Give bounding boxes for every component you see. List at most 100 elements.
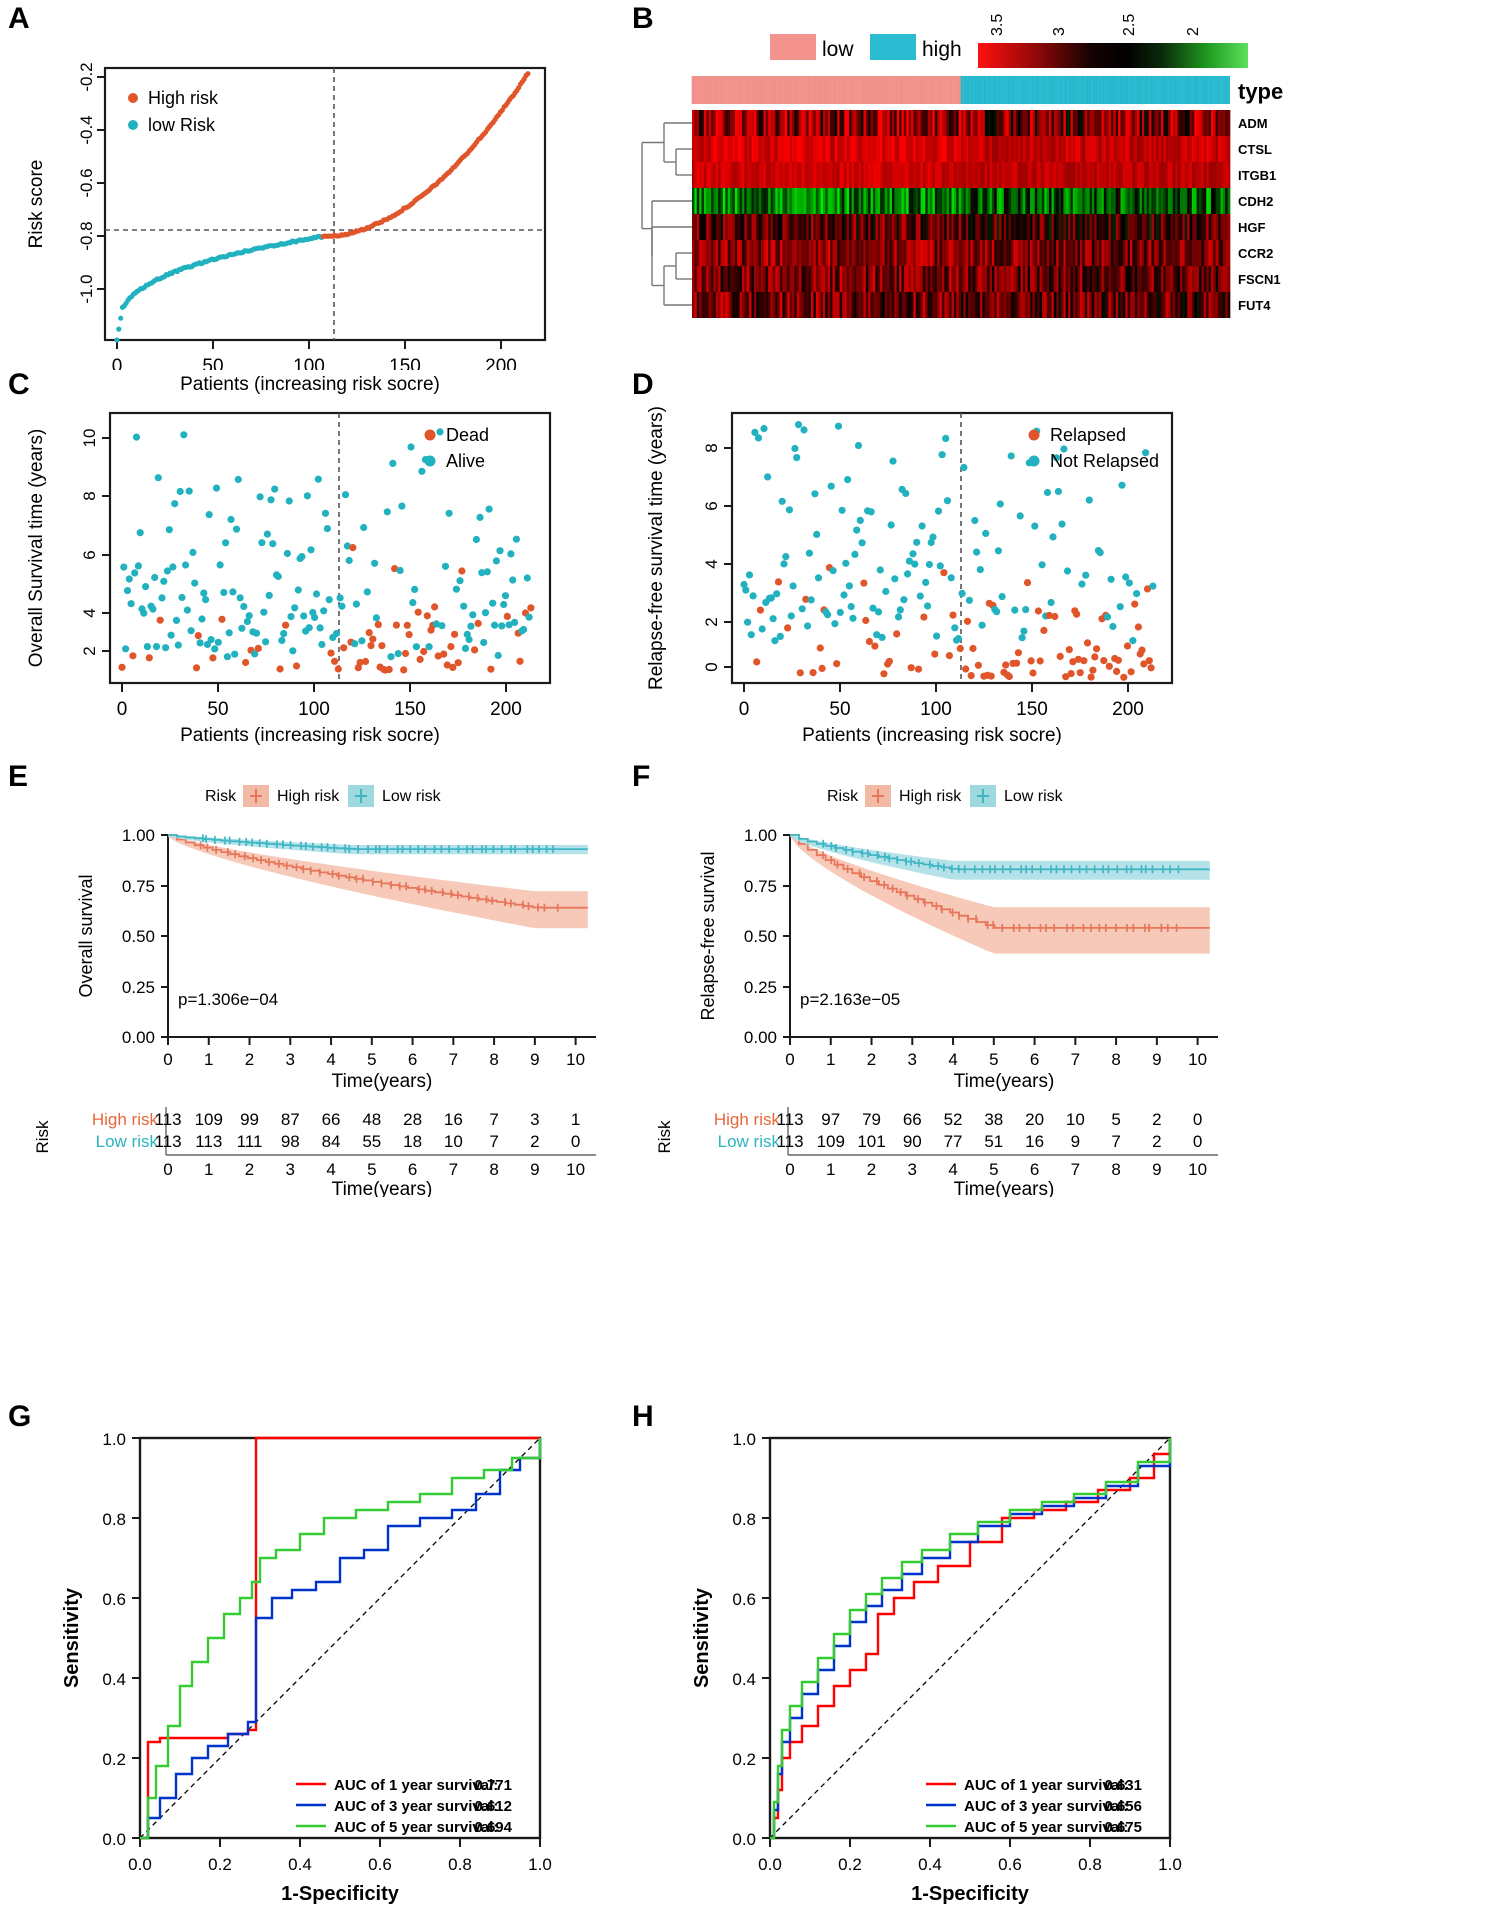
heatmap-cell [1018,266,1021,292]
heatmap-cell [1013,110,1017,136]
heatmap-cell [1103,162,1107,188]
heatmap-cell [756,214,759,240]
heatmap-cell [1020,162,1024,188]
survival-point [940,569,948,577]
heatmap-cell [968,214,971,240]
heatmap-cell [1087,240,1090,266]
heatmap-cell [1063,214,1067,240]
heatmap-cell [761,266,764,292]
heatmap-cell [711,292,714,318]
heatmap-cell [1213,110,1217,136]
heatmap-cell [1094,110,1098,136]
km-xtick: 5 [989,1050,998,1069]
survival-point [1016,512,1024,520]
survival-point [214,638,222,646]
survival-point [911,560,919,568]
heatmap-cell [887,292,890,318]
heatmap-cell [849,136,852,162]
heatmap-cell [803,266,807,292]
heatmap-cell [1044,110,1048,136]
heatmap-cell [1084,214,1088,240]
heatmap-cell [768,240,771,266]
heatmap-cell [713,110,717,136]
heatmap-row [692,188,1231,214]
heatmap-cell [891,240,895,266]
heatmap-cell [815,214,819,240]
heatmap-cell [901,162,905,188]
heatmap-cell [1037,188,1040,214]
survival-point [176,487,184,496]
heatmap-cell [701,214,705,240]
heatmap-cell [1032,110,1036,136]
heatmap-cell [915,266,919,292]
survival-point [947,574,955,582]
km-xtick: 10 [1188,1050,1207,1069]
heatmap-cell [1022,240,1026,266]
heatmap-cell [1058,214,1062,240]
panel-f: Risk High risk Low risk 0.00 0.25 0.50 0… [622,775,1242,1197]
heatmap-cell [1218,162,1221,188]
heatmap-cell [980,214,983,240]
heatmap-cell [987,214,990,240]
heatmap-cell [1041,188,1045,214]
heatmap-cell [722,110,726,136]
heatmap-cell [841,110,845,136]
heatmap-cell [1201,162,1205,188]
legend-dot-alive [424,455,436,467]
heatmap-cell [865,214,869,240]
heatmap-cell [749,214,752,240]
survival-point [149,605,157,613]
heatmap-cell [922,110,926,136]
survival-point [914,665,923,673]
heatmap-cell [884,110,888,136]
survival-point [340,644,348,652]
heatmap-cell [713,162,717,188]
heatmap-cell [861,214,864,240]
heatmap-cell [844,110,848,136]
panel-b-heatmap [692,110,1231,318]
heatmap-cell [799,240,802,266]
heatmap-cell [1032,188,1036,214]
survival-point [158,594,166,602]
heatmap-cell [1051,188,1055,214]
panel-a-cutoff-lines [105,68,545,340]
heatmap-cell [1206,162,1209,188]
survival-point [423,612,431,620]
heatmap-cell [1141,188,1145,214]
heatmap-cell [1027,136,1031,162]
panel-a-plot: -0.2 -0.4 -0.6 -0.8 -1.0 Risk score 0 50… [26,62,547,370]
heatmap-cell [787,188,790,214]
heatmap-cell [841,162,845,188]
heatmap-cell [1191,266,1195,292]
heatmap-cell [1141,110,1145,136]
heatmap-cell [1213,214,1217,240]
survival-point [909,550,917,558]
survival-point [485,505,493,513]
heatmap-cell [751,162,755,188]
heatmap-cell [975,162,979,188]
survival-point [1036,657,1044,665]
panel-h-ytick: 1.0 [732,1430,756,1449]
heatmap-cell [1046,136,1050,162]
heatmap-cell [1151,214,1155,240]
survival-point [414,608,422,616]
heatmap-cell [765,162,769,188]
heatmap-cell [915,214,919,240]
survival-point [973,548,981,556]
heatmap-cell [899,292,902,318]
panel-g-legend-value-5yr: 0.694 [474,1819,512,1836]
heatmap-cell [972,292,976,318]
heatmap-cell [727,266,731,292]
survival-point [269,540,277,548]
heatmap-cell [1115,240,1119,266]
heatmap-cell [996,240,1000,266]
heatmap-cell [963,110,967,136]
survival-point [169,563,177,571]
survival-point [922,578,930,586]
legend-dot-dead [424,429,436,441]
survival-point [232,525,241,533]
heatmap-cell [772,214,776,240]
heatmap-cell [937,240,940,266]
heatmap-cell [1018,240,1021,266]
heatmap-cell [753,240,757,266]
